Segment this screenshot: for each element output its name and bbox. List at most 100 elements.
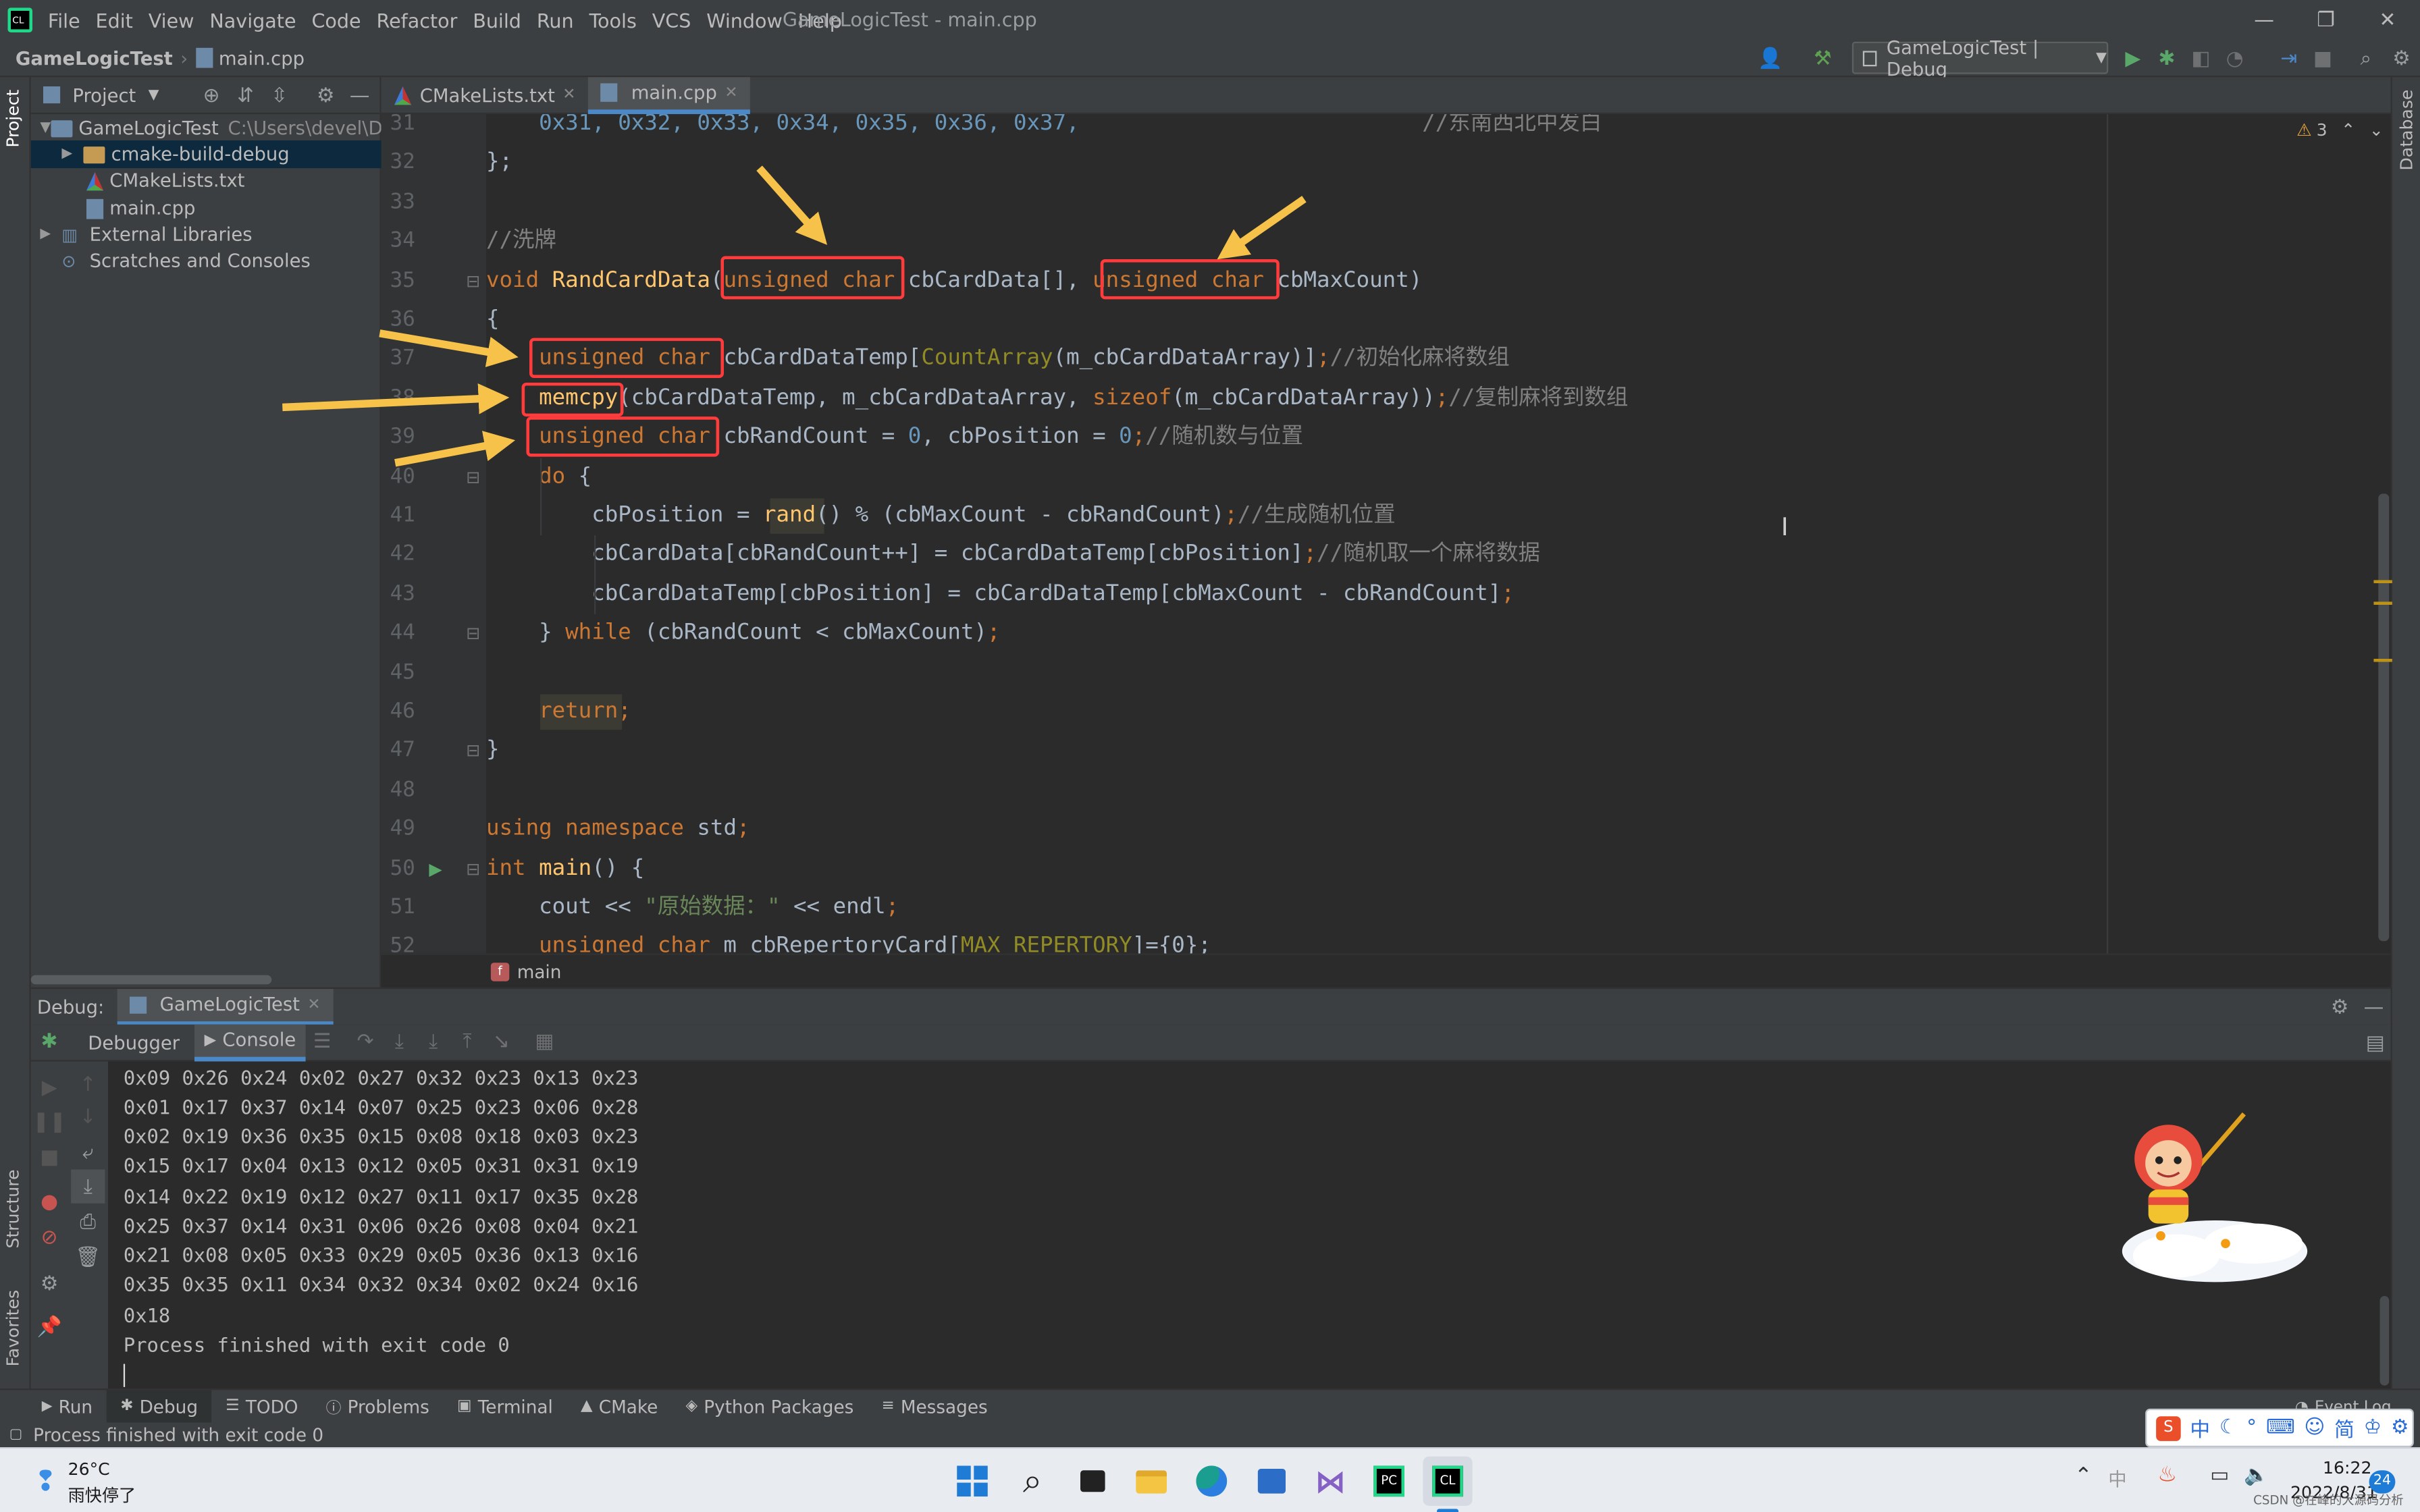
menu-edit[interactable]: Edit bbox=[88, 0, 140, 40]
debug-bug-icon[interactable]: ✱ bbox=[32, 1025, 66, 1059]
force-step-into-icon[interactable]: ⤓ bbox=[417, 1025, 450, 1059]
menu-vcs[interactable]: VCS bbox=[644, 0, 699, 40]
minimize-button[interactable]: — bbox=[2229, 0, 2300, 40]
network-icon[interactable]: ▭ bbox=[2210, 1464, 2229, 1487]
start-windows-icon[interactable] bbox=[947, 1457, 997, 1506]
task-view-icon[interactable] bbox=[1068, 1457, 1117, 1506]
layout-icon[interactable]: ☰ bbox=[305, 1025, 339, 1059]
close-tab-icon[interactable]: ✕ bbox=[725, 84, 737, 101]
volume-icon[interactable]: 🔈 bbox=[2244, 1464, 2269, 1487]
ime-toolbar[interactable]: S 中 ☾ ° ⌨ ☺ 简 ♔ ⚙ bbox=[2145, 1408, 2414, 1447]
panel-settings-icon[interactable]: ⚙ bbox=[309, 79, 342, 113]
up-arrow-icon[interactable]: ↑ bbox=[71, 1068, 105, 1102]
tree-item-external-libraries[interactable]: ▶ ▥ External Libraries bbox=[31, 221, 382, 248]
breadcrumb-main[interactable]: main bbox=[517, 961, 562, 982]
console-output[interactable]: 0x09 0x26 0x24 0x02 0x27 0x32 0x23 0x13 … bbox=[108, 1061, 2391, 1389]
menu-refactor[interactable]: Refactor bbox=[369, 0, 465, 40]
nav-file[interactable]: main.cpp bbox=[219, 47, 305, 69]
inspection-widget[interactable]: ⚠ 3 ⌃ ⌄ bbox=[2296, 120, 2384, 140]
toolwindow-problems[interactable]: ⓘ Problems bbox=[312, 1389, 443, 1423]
toolwindow-todo[interactable]: ☰ TODO bbox=[212, 1389, 312, 1423]
toolwindow-terminal[interactable]: ▣ Terminal bbox=[443, 1389, 567, 1423]
fold-marker-icon[interactable]: ⊟ bbox=[466, 624, 480, 644]
chevron-right-icon[interactable]: ▶ bbox=[61, 146, 83, 162]
code-editor[interactable]: 0x31, 0x32, 0x33, 0x34, 0x35, 0x36, 0x37… bbox=[486, 114, 2391, 954]
menu-run[interactable]: Run bbox=[529, 0, 581, 40]
restore-button[interactable]: ❐ bbox=[2290, 0, 2361, 40]
moon-icon[interactable]: ☾ bbox=[2219, 1416, 2238, 1439]
fold-marker-icon[interactable]: ⊟ bbox=[466, 741, 480, 761]
edge-browser-icon[interactable] bbox=[1187, 1457, 1236, 1506]
menu-code[interactable]: Code bbox=[304, 0, 369, 40]
pycharm-icon[interactable]: PC bbox=[1365, 1457, 1414, 1506]
warning-stripe-marker[interactable] bbox=[2373, 580, 2392, 584]
weather-temperature[interactable]: 26°C bbox=[68, 1459, 110, 1480]
warning-stripe-marker[interactable] bbox=[2373, 601, 2392, 605]
simplified-icon[interactable]: 简 bbox=[2334, 1413, 2355, 1442]
settings-gear-icon[interactable]: ⚙ bbox=[2384, 42, 2418, 76]
run-configuration-select[interactable]: GameLogicTest | Debug ▼ bbox=[1851, 36, 2109, 80]
view-breakpoints-icon[interactable]: ● bbox=[32, 1185, 66, 1218]
menu-file[interactable]: File bbox=[40, 0, 88, 40]
weather-description[interactable]: 雨快停了 bbox=[68, 1483, 136, 1508]
pause-icon[interactable]: ❚❚ bbox=[32, 1105, 66, 1139]
tab-debugger[interactable]: Debugger bbox=[82, 1031, 186, 1053]
project-tool-tab[interactable]: Project bbox=[3, 90, 24, 148]
coverage-icon[interactable]: ◧ bbox=[2184, 42, 2217, 76]
step-over-icon[interactable]: ↷ bbox=[348, 1025, 382, 1059]
chevron-down-icon[interactable]: ⌄ bbox=[2369, 120, 2384, 140]
warning-stripe-marker[interactable] bbox=[2373, 659, 2392, 662]
file-explorer-icon[interactable] bbox=[1127, 1457, 1176, 1506]
clock-time[interactable]: 16:22 bbox=[2323, 1458, 2371, 1478]
tree-item-cmake-build-debug[interactable]: ▶ cmake-build-debug bbox=[30, 140, 382, 169]
build-hammer-icon[interactable]: ⚒ bbox=[1806, 42, 1839, 76]
hide-panel-icon[interactable]: — bbox=[2357, 990, 2390, 1024]
horizontal-scrollbar[interactable] bbox=[30, 975, 272, 985]
stop-icon[interactable]: ■ bbox=[32, 1140, 66, 1174]
search-icon[interactable]: ⌕ bbox=[2349, 42, 2383, 76]
pin-icon[interactable]: 📌 bbox=[32, 1310, 66, 1344]
soft-wrap-icon[interactable]: ⤶ bbox=[71, 1135, 105, 1169]
skin-icon[interactable]: ♔ bbox=[2364, 1416, 2382, 1439]
editor-scrollbar[interactable] bbox=[2378, 493, 2390, 942]
fold-marker-icon[interactable]: ⊟ bbox=[466, 271, 480, 291]
chevron-down-icon[interactable]: ▼ bbox=[149, 87, 159, 103]
sogou-tray-icon[interactable]: ♨ bbox=[2157, 1463, 2177, 1488]
project-panel-title[interactable]: Project bbox=[72, 84, 136, 106]
close-tab-icon[interactable]: ✕ bbox=[307, 996, 320, 1013]
punctuation-icon[interactable]: ° bbox=[2246, 1416, 2257, 1439]
ime-mode[interactable]: 中 bbox=[2190, 1413, 2210, 1442]
database-tool-tab[interactable]: Database bbox=[2397, 90, 2417, 171]
menu-window[interactable]: Window bbox=[699, 0, 791, 40]
evaluate-icon[interactable]: ▦ bbox=[527, 1025, 561, 1059]
tree-item-main-cpp[interactable]: main.cpp bbox=[31, 194, 382, 222]
attach-icon[interactable]: ⇥ bbox=[2272, 42, 2306, 76]
favorites-tool-tab[interactable]: Favorites bbox=[3, 1290, 24, 1367]
profile-icon[interactable]: ◔ bbox=[2218, 42, 2252, 76]
chevron-up-icon[interactable]: ⌃ bbox=[2074, 1464, 2093, 1489]
down-arrow-icon[interactable]: ↓ bbox=[71, 1100, 105, 1134]
tree-item-scratches[interactable]: ⊙ Scratches and Consoles bbox=[31, 247, 382, 275]
notification-badge[interactable]: 24 bbox=[2369, 1470, 2396, 1494]
tree-item-cmakelists[interactable]: CMakeLists.txt bbox=[31, 167, 382, 194]
run-gutter-icon[interactable]: ▶ bbox=[429, 859, 442, 879]
settings-gear-icon[interactable]: ⚙ bbox=[32, 1267, 66, 1301]
step-out-icon[interactable]: ⤒ bbox=[450, 1025, 484, 1059]
toolwindow-cmake[interactable]: ▲ CMake bbox=[567, 1389, 672, 1423]
scroll-to-end-icon[interactable]: ⤓ bbox=[71, 1169, 105, 1204]
close-window-button[interactable]: ✕ bbox=[2352, 0, 2420, 40]
menu-tools[interactable]: Tools bbox=[581, 0, 644, 40]
ime-indicator[interactable]: 中 bbox=[2108, 1465, 2126, 1492]
clion-taskbar-icon[interactable]: CL bbox=[1423, 1456, 1473, 1506]
debug-bug-icon[interactable]: ✱ bbox=[2150, 42, 2184, 76]
hide-panel-icon[interactable]: — bbox=[342, 79, 376, 113]
expand-all-icon[interactable]: ⇵ bbox=[228, 79, 262, 113]
store-icon[interactable] bbox=[1247, 1457, 1296, 1506]
panel-settings-icon[interactable]: ⚙ bbox=[2323, 990, 2357, 1024]
toolwindow-messages[interactable]: ≡ Messages bbox=[868, 1389, 1001, 1423]
stop-icon[interactable]: ■ bbox=[2306, 42, 2340, 76]
chevron-right-icon[interactable]: ▶ bbox=[40, 227, 61, 242]
chevron-down-icon[interactable]: ▼ bbox=[40, 120, 51, 136]
toolwindow-debug[interactable]: ✱ Debug bbox=[106, 1389, 212, 1424]
fold-marker-icon[interactable]: ⊟ bbox=[466, 859, 480, 879]
